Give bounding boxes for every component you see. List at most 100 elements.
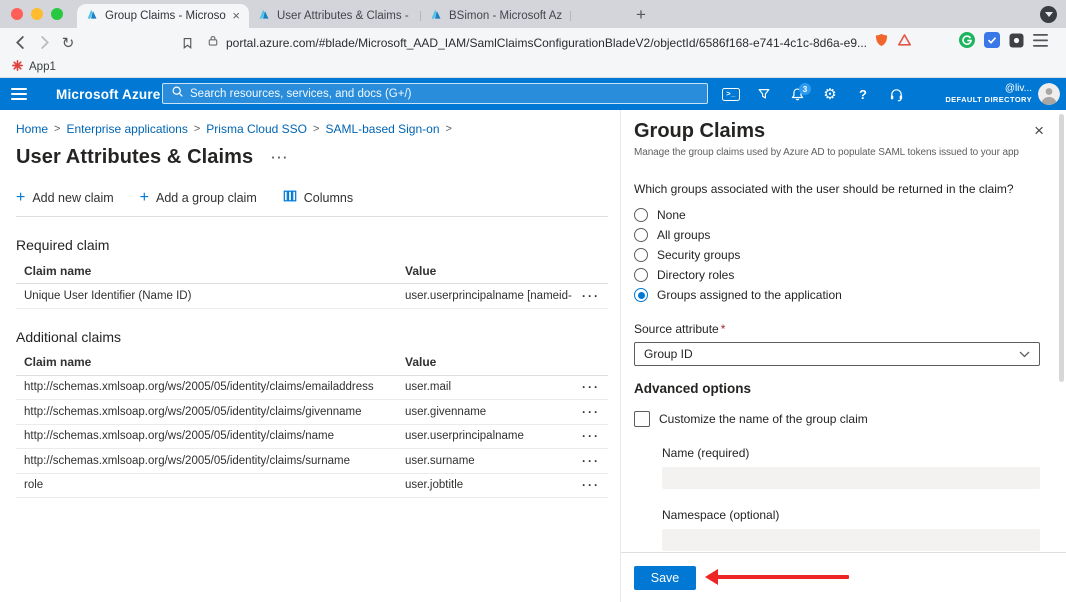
extension-puzzle-icon[interactable] [1009,33,1024,53]
hamburger-menu-icon[interactable] [11,88,27,100]
row-menu-button[interactable]: ··· [582,429,600,443]
customize-name-checkbox-row[interactable]: Customize the name of the group claim [634,411,1040,427]
page-title: User Attributes & Claims [16,146,253,169]
breadcrumb-link-prisma-cloud-sso[interactable]: Prisma Cloud SSO [206,122,307,136]
table-row[interactable]: http://schemas.xmlsoap.org/ws/2005/05/id… [16,449,608,474]
add-new-claim-button[interactable]: + Add new claim [16,191,114,205]
radio-all-groups[interactable]: All groups [634,225,1040,245]
radio-label: Groups assigned to the application [657,288,842,302]
radio-icon [634,268,648,282]
directory-filter-icon[interactable] [755,85,773,103]
radio-none[interactable]: None [634,205,1040,225]
claim-name-cell: http://schemas.xmlsoap.org/ws/2005/05/id… [16,455,397,467]
azure-search-box[interactable] [162,83,708,104]
namespace-input [662,529,1040,551]
row-menu-button[interactable]: ··· [582,454,600,468]
bookmark-app1[interactable]: App1 [29,61,56,73]
radio-icon [634,208,648,222]
tab-title: Group Claims - Microsoft Azure [105,10,226,22]
window-minimize-button[interactable] [31,8,43,20]
table-header: Claim name Value [16,350,608,376]
save-button[interactable]: Save [634,566,696,590]
forward-button[interactable] [32,31,56,55]
column-claim-name: Claim name [16,264,397,278]
azure-favicon-icon [258,8,271,24]
browser-tab-bsimon[interactable]: BSimon - Microsoft Azure [421,4,571,28]
claim-name-cell: role [16,479,397,491]
panel-footer: Save [621,552,1066,602]
row-menu-button[interactable]: ··· [582,289,600,303]
search-input[interactable] [190,88,699,100]
settings-gear-icon[interactable]: ⚙ [821,85,839,103]
browser-profile-icon[interactable] [1040,6,1057,23]
table-row[interactable]: Unique User Identifier (Name ID) user.us… [16,284,608,309]
breadcrumb-link-enterprise-applications[interactable]: Enterprise applications [66,122,187,136]
close-icon[interactable]: × [1034,122,1044,139]
macos-window-controls [0,0,77,28]
shield-extension-icon[interactable] [874,32,889,53]
claim-value-cell: user.jobtitle [397,479,572,491]
browser-tab-group-claims[interactable]: Group Claims - Microsoft Azure × [77,4,249,28]
column-claim-name: Claim name [16,355,397,369]
column-value: Value [397,264,572,278]
blue-extension-icon[interactable] [984,32,1000,53]
radio-label: None [657,208,686,222]
tab-close-icon[interactable]: × [232,11,240,21]
azure-header: Microsoft Azure >_ 3 ⚙ ? @liv... DEFAULT… [0,78,1066,110]
window-close-button[interactable] [11,8,23,20]
name-input [662,467,1040,489]
window-zoom-button[interactable] [51,8,63,20]
breadcrumb-separator: > [54,123,60,135]
namespace-field-label: Namespace (optional) [662,508,1040,522]
feedback-headset-icon[interactable] [887,85,905,103]
green-extension-icon[interactable] [959,32,975,53]
warning-triangle-icon[interactable] [897,33,912,52]
table-row[interactable]: http://schemas.xmlsoap.org/ws/2005/05/id… [16,400,608,425]
add-group-claim-label: Add a group claim [156,191,257,205]
source-attribute-dropdown[interactable]: Group ID [634,342,1040,366]
cloud-shell-icon[interactable]: >_ [722,85,740,103]
browser-menu-icon[interactable] [1033,34,1048,52]
account-info[interactable]: @liv... DEFAULT DIRECTORY [945,82,1032,105]
back-button[interactable] [8,31,32,55]
radio-groups-assigned[interactable]: Groups assigned to the application [634,285,1040,305]
bookmark-flag-icon[interactable] [175,31,199,55]
browser-navbar: ↻ portal.azure.com/#blade/Microsoft_AAD_… [0,28,1066,57]
url-text[interactable]: portal.azure.com/#blade/Microsoft_AAD_IA… [226,36,867,50]
browser-tab-bar: Group Claims - Microsoft Azure × User At… [0,0,1066,28]
row-menu-button[interactable]: ··· [582,380,600,394]
breadcrumb-link-home[interactable]: Home [16,122,48,136]
avatar[interactable] [1038,83,1060,105]
panel-title: Group Claims [634,120,1040,143]
groups-question: Which groups associated with the user sh… [634,182,1040,196]
breadcrumb-link-saml-based-sign-on[interactable]: SAML-based Sign-on [325,122,439,136]
radio-security-groups[interactable]: Security groups [634,245,1040,265]
checkbox-icon[interactable] [634,411,650,427]
name-field-label: Name (required) [662,446,1040,460]
panel-scrollbar[interactable] [1059,114,1064,382]
customize-name-label: Customize the name of the group claim [659,412,868,426]
notifications-bell-icon[interactable]: 3 [788,85,806,103]
row-menu-button[interactable]: ··· [582,478,600,492]
refresh-button[interactable]: ↻ [56,31,80,55]
radio-directory-roles[interactable]: Directory roles [634,265,1040,285]
add-group-claim-button[interactable]: + Add a group claim [140,191,257,205]
table-row[interactable]: role user.jobtitle ··· [16,474,608,499]
browser-tab-user-attributes[interactable]: User Attributes & Claims - Microso [249,4,421,28]
app-window: Group Claims - Microsoft Azure × User At… [0,0,1066,602]
azure-brand[interactable]: Microsoft Azure [56,87,161,102]
address-bar[interactable]: portal.azure.com/#blade/Microsoft_AAD_IA… [207,32,1050,53]
main-content: Home > Enterprise applications > Prisma … [0,110,620,602]
page-title-menu-button[interactable]: ··· [271,150,289,165]
table-row[interactable]: http://schemas.xmlsoap.org/ws/2005/05/id… [16,376,608,401]
table-row[interactable]: http://schemas.xmlsoap.org/ws/2005/05/id… [16,425,608,450]
help-icon[interactable]: ? [854,85,872,103]
new-tab-button[interactable]: + [629,2,653,28]
claim-value-cell: user.givenname [397,406,572,418]
azure-favicon-icon [86,8,99,24]
plus-icon: + [140,192,149,204]
tab-title: BSimon - Microsoft Azure [449,10,562,22]
columns-button[interactable]: Columns [283,189,353,206]
azure-favicon-icon [430,8,443,24]
row-menu-button[interactable]: ··· [582,405,600,419]
